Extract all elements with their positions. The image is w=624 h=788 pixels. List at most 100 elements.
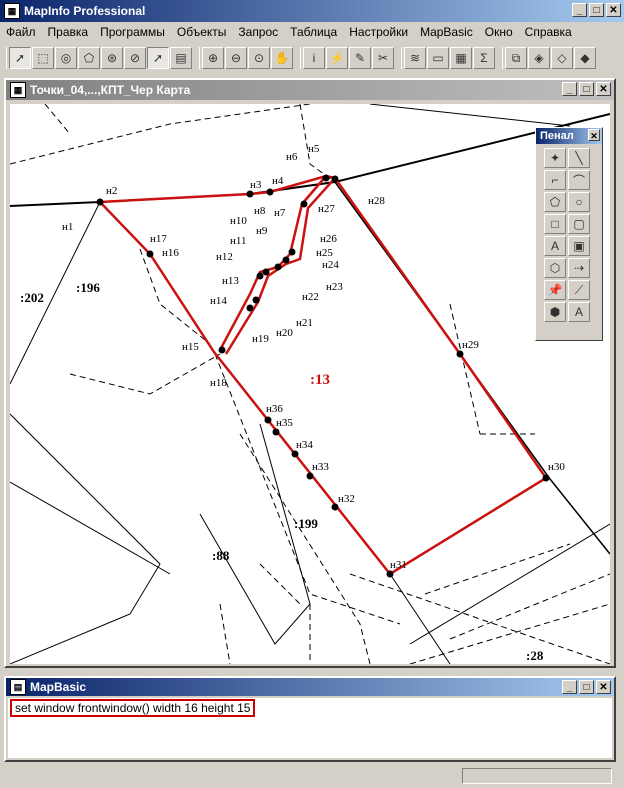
polygon-select-icon[interactable]: ⬠ — [78, 47, 100, 69]
drag-map-icon[interactable]: ✂ — [372, 47, 394, 69]
menu-table[interactable]: Таблица — [284, 25, 343, 39]
zoom-out-icon[interactable]: ⊖ — [225, 47, 247, 69]
menu-objects[interactable]: Объекты — [171, 25, 233, 39]
map-window-icon[interactable]: ▦ — [10, 82, 26, 98]
menu-file[interactable]: Файл — [0, 25, 42, 39]
layer-control-icon[interactable]: ≋ — [404, 47, 426, 69]
rounded-rectangle-tool-icon[interactable]: ▢ — [568, 214, 590, 234]
palette-titlebar[interactable]: Пенал ✕ — [536, 128, 602, 144]
point-label: н4 — [272, 175, 284, 187]
legend-icon[interactable]: ▦ — [450, 47, 472, 69]
point-label: н30 — [548, 461, 565, 473]
radius-select-icon[interactable]: ◎ — [55, 47, 77, 69]
symbol-style-icon[interactable]: 📌 — [544, 280, 566, 300]
mapbasic-command[interactable]: set window frontwindow() width 16 height… — [10, 699, 256, 717]
point-label: н1 — [62, 221, 73, 233]
map-canvas[interactable]: :202 :196 :13 :199 :88 :28 н1 н2 н3 н4 н… — [10, 104, 610, 664]
set-target-icon[interactable]: ◈ — [528, 47, 550, 69]
close-button[interactable]: ✕ — [606, 3, 621, 17]
point-label: н25 — [316, 247, 333, 259]
parcel-label-13: :13 — [310, 372, 330, 388]
menu-programs[interactable]: Программы — [94, 25, 171, 39]
select-table-icon[interactable]: ▤ — [170, 47, 192, 69]
zoom-in-icon[interactable]: ⊕ — [202, 47, 224, 69]
point-label: н36 — [266, 403, 283, 415]
point-label: н27 — [318, 203, 335, 215]
menu-query[interactable]: Запрос — [232, 25, 284, 39]
graph-select-icon[interactable]: ➚ — [147, 47, 169, 69]
menu-mapbasic[interactable]: MapBasic — [414, 25, 479, 39]
map-maximize-button[interactable]: □ — [579, 82, 594, 96]
label-icon[interactable]: ✎ — [349, 47, 371, 69]
mapbasic-input-area[interactable]: set window frontwindow() width 16 height… — [8, 698, 612, 758]
marquee-select-icon[interactable]: ⬚ — [32, 47, 54, 69]
parcel-label-196: :196 — [76, 280, 100, 295]
point-label: н17 — [150, 233, 167, 245]
map-minimize-button[interactable]: _ — [562, 82, 577, 96]
point-label: н11 — [230, 235, 246, 247]
text-tool-icon[interactable]: A — [544, 236, 566, 256]
statistics-icon[interactable]: Σ — [473, 47, 495, 69]
text-style-icon[interactable]: A — [568, 302, 590, 322]
point-label: н34 — [296, 439, 313, 451]
boundary-select-icon[interactable]: ⊛ — [101, 47, 123, 69]
clip-region-icon[interactable]: ⧉ — [505, 47, 527, 69]
reshape-icon[interactable]: ◇ — [551, 47, 573, 69]
menu-edit[interactable]: Правка — [42, 25, 95, 39]
polygon-tool-icon[interactable]: ⬠ — [544, 192, 566, 212]
point-label: н22 — [302, 291, 319, 303]
maximize-button[interactable]: □ — [589, 3, 604, 17]
mapbasic-maximize-button[interactable]: □ — [579, 680, 594, 694]
frame-tool-icon[interactable]: ▣ — [568, 236, 590, 256]
map-drawing: :202 :196 :13 :199 :88 :28 н1 н2 н3 н4 н… — [10, 104, 610, 664]
map-close-button[interactable]: ✕ — [596, 82, 611, 96]
parcel-label-199: :199 — [294, 516, 318, 531]
drawing-palette: Пенал ✕ ✦ ╲ ⌐ ⌒ ⬠ ○ □ ▢ A ▣ ⬡ ⇢ 📌 ⟋ ⬢ A — [535, 127, 603, 341]
point-label: н18 — [210, 377, 227, 389]
point-label: н29 — [462, 339, 479, 351]
point-label: н3 — [250, 179, 262, 191]
info-icon[interactable]: i — [303, 47, 325, 69]
symbol-tool-icon[interactable]: ✦ — [544, 148, 566, 168]
point-label: н9 — [256, 225, 268, 237]
ruler-icon[interactable]: ▭ — [427, 47, 449, 69]
point-label: н20 — [276, 327, 293, 339]
change-view-icon[interactable]: ⊙ — [248, 47, 270, 69]
add-node-icon[interactable]: ◆ — [574, 47, 596, 69]
mapbasic-close-button[interactable]: ✕ — [596, 680, 611, 694]
main-toolbar: ➚ ⬚ ◎ ⬠ ⊛ ⊘ ➚ ▤ ⊕ ⊖ ⊙ ✋ i ⚡ ✎ ✂ ≋ ▭ ▦ Σ … — [0, 44, 624, 72]
menu-window[interactable]: Окно — [479, 25, 519, 39]
status-bar — [0, 766, 624, 788]
app-title: MapInfo Professional — [24, 4, 146, 18]
map-window: ▦ Точки_04,...,КПТ_Чер Карта _ □ ✕:202 … — [4, 78, 616, 668]
menu-bar: Файл Правка Программы Объекты Запрос Таб… — [0, 22, 624, 42]
mapbasic-minimize-button[interactable]: _ — [562, 680, 577, 694]
parcel-label-202: :202 — [20, 290, 44, 305]
line-style-icon[interactable]: ⟋ — [568, 280, 590, 300]
app-icon[interactable]: ▦ — [4, 3, 20, 19]
polyline-tool-icon[interactable]: ⌐ — [544, 170, 566, 190]
reshape-tool-icon[interactable]: ⬡ — [544, 258, 566, 278]
line-tool-icon[interactable]: ╲ — [568, 148, 590, 168]
rectangle-tool-icon[interactable]: □ — [544, 214, 566, 234]
arc-tool-icon[interactable]: ⌒ — [568, 170, 590, 190]
hand-pan-icon[interactable]: ✋ — [271, 47, 293, 69]
select-arrow-icon[interactable]: ➚ — [9, 47, 31, 69]
unselect-all-icon[interactable]: ⊘ — [124, 47, 146, 69]
menu-help[interactable]: Справка — [519, 25, 578, 39]
point-label: н12 — [216, 251, 233, 263]
mapbasic-window: ▤ MapBasic _ □ ✕ set window frontwindow(… — [4, 676, 616, 762]
hotlink-icon[interactable]: ⚡ — [326, 47, 348, 69]
status-panel — [462, 768, 612, 784]
region-style-icon[interactable]: ⬢ — [544, 302, 566, 322]
minimize-button[interactable]: _ — [572, 3, 587, 17]
add-node-tool-icon[interactable]: ⇢ — [568, 258, 590, 278]
point-label: н26 — [320, 233, 337, 245]
menu-options[interactable]: Настройки — [343, 25, 414, 39]
ellipse-tool-icon[interactable]: ○ — [568, 192, 590, 212]
mapbasic-icon[interactable]: ▤ — [10, 679, 26, 695]
palette-close-button[interactable]: ✕ — [588, 129, 600, 141]
point-label: н32 — [338, 493, 355, 505]
point-label: н16 — [162, 247, 179, 259]
parcel-label-28: :28 — [526, 648, 544, 663]
